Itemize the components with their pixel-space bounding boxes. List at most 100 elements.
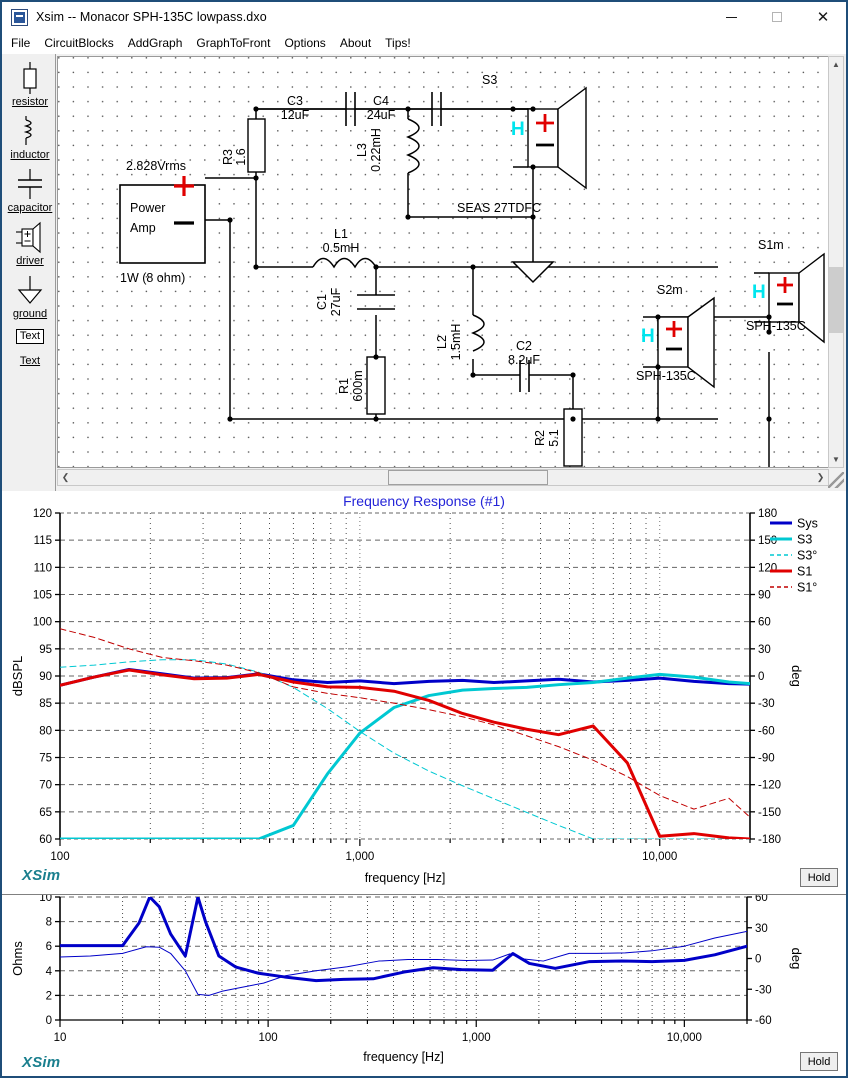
schematic-drawing: H H H 2.828Vrms Power Amp 1W (8 ohm) C3 … — [58, 57, 828, 467]
label-S1m-model: SPH-135C — [746, 319, 806, 333]
hold-button-fr[interactable]: Hold — [800, 868, 838, 887]
tool-inductor[interactable]: inductor — [4, 113, 56, 162]
label-C3-ref: C3 — [287, 94, 303, 108]
menu-circuitblocks[interactable]: CircuitBlocks — [44, 36, 113, 50]
vertical-scroll-thumb[interactable] — [829, 267, 843, 333]
svg-text:110: 110 — [34, 562, 52, 574]
xsim-logo-fr: XSim — [22, 867, 61, 884]
svg-text:105: 105 — [33, 590, 52, 602]
svg-text:60: 60 — [758, 617, 771, 629]
tool-ground[interactable]: ground — [4, 272, 56, 321]
menu-about[interactable]: About — [340, 36, 371, 50]
svg-text:100: 100 — [259, 1032, 278, 1044]
hold-button-imp[interactable]: Hold — [800, 1052, 838, 1071]
svg-text:100: 100 — [50, 851, 69, 863]
menu-tips[interactable]: Tips! — [385, 36, 411, 50]
inductor-icon — [4, 113, 56, 149]
label-S1m-ref: S1m — [758, 238, 784, 252]
schematic-horizontal-scrollbar[interactable]: ❮ ❯ — [57, 469, 829, 486]
minimize-button[interactable] — [708, 2, 754, 32]
svg-text:95: 95 — [39, 644, 52, 656]
svg-text:-30: -30 — [755, 984, 772, 996]
svg-text:frequency [Hz]: frequency [Hz] — [363, 1050, 444, 1064]
label-R1-ref: R1 — [337, 378, 351, 394]
svg-text:S3: S3 — [797, 533, 812, 547]
svg-text:0: 0 — [758, 671, 764, 683]
svg-text:-90: -90 — [758, 753, 775, 765]
svg-text:120: 120 — [758, 562, 777, 574]
svg-text:-60: -60 — [758, 725, 775, 737]
menu-addgraph[interactable]: AddGraph — [128, 36, 183, 50]
text-label-icon: Text — [19, 355, 41, 367]
capacitor-icon — [4, 166, 56, 202]
tool-resistor[interactable]: resistor — [4, 60, 56, 109]
label-C1-ref: C1 — [315, 294, 329, 310]
label-L2-value: 1.5mH — [449, 324, 463, 361]
svg-text:Sys: Sys — [797, 517, 818, 531]
menu-graphtofront[interactable]: GraphToFront — [196, 36, 270, 50]
svg-text:0: 0 — [46, 1015, 52, 1027]
label-S2m-model: SPH-135C — [636, 369, 696, 383]
tool-capacitor-label: capacitor — [7, 202, 53, 214]
label-S3-model: SEAS 27TDFC — [457, 201, 541, 215]
label-L2-ref: L2 — [435, 335, 449, 349]
svg-text:65: 65 — [39, 807, 52, 819]
svg-text:4: 4 — [46, 966, 53, 978]
svg-text:S3°: S3° — [797, 549, 817, 563]
tool-text-box[interactable]: Text — [4, 325, 56, 347]
horizontal-scroll-thumb[interactable] — [388, 470, 548, 485]
window-controls: ✕ — [708, 2, 846, 32]
scroll-left-icon[interactable]: ❮ — [58, 470, 73, 485]
impedance-panel: 0 2 4 6 8 10 -60 -30 0 30 60 10 100 1,000 10,000 freque… — [2, 895, 846, 1076]
svg-text:120: 120 — [33, 508, 52, 520]
schematic-canvas[interactable]: H H H 2.828Vrms Power Amp 1W (8 ohm) C3 … — [57, 56, 829, 468]
window-title: Xsim -- Monacor SPH-135C lowpass.dxo — [36, 10, 267, 24]
svg-text:90: 90 — [758, 590, 771, 602]
driver-icon — [4, 219, 56, 255]
svg-text:-180: -180 — [758, 834, 781, 846]
resistor-icon — [4, 60, 56, 96]
frequency-response-chart[interactable]: 60 65 70 75 80 85 90 95 100 105 110 115 120 -180 -150 -… — [2, 491, 846, 895]
svg-text:60: 60 — [39, 834, 52, 846]
maximize-button[interactable] — [754, 2, 800, 32]
svg-text:-30: -30 — [758, 698, 775, 710]
svg-text:2: 2 — [46, 990, 52, 1002]
schematic-vertical-scrollbar[interactable]: ▲ ▼ — [828, 56, 844, 468]
menu-file[interactable]: File — [11, 36, 30, 50]
text-box-icon: Text — [15, 328, 45, 344]
svg-text:75: 75 — [39, 753, 52, 765]
tool-text-label[interactable]: Text — [4, 355, 56, 368]
label-C2-value: 8.2uF — [508, 353, 540, 367]
power-amp-line2: Amp — [130, 221, 156, 235]
svg-text:dBSPL: dBSPL — [10, 656, 25, 696]
svg-text:S1: S1 — [797, 565, 812, 579]
svg-text:85: 85 — [39, 698, 52, 710]
svg-text:8: 8 — [46, 917, 52, 929]
power-amp-line1: Power — [130, 201, 165, 215]
label-C4-value: 24uF — [367, 108, 396, 122]
svg-text:-120: -120 — [758, 780, 781, 792]
tool-resistor-label: resistor — [11, 96, 49, 108]
label-S3-ref: S3 — [482, 73, 497, 87]
close-button[interactable]: ✕ — [800, 2, 846, 32]
svg-text:6: 6 — [46, 941, 52, 953]
label-L3-ref: L3 — [355, 143, 369, 157]
menu-options[interactable]: Options — [284, 36, 325, 50]
scroll-right-icon[interactable]: ❯ — [813, 470, 828, 485]
menu-bar: File CircuitBlocks AddGraph GraphToFront… — [2, 32, 846, 54]
source-power-label: 1W (8 ohm) — [120, 271, 185, 285]
resize-grip[interactable] — [828, 472, 844, 488]
xsim-main-window: Xsim -- Monacor SPH-135C lowpass.dxo ✕ F… — [0, 0, 848, 1078]
scroll-up-icon[interactable]: ▲ — [829, 57, 843, 72]
label-S2m-ref: S2m — [657, 283, 683, 297]
svg-text:0: 0 — [755, 954, 761, 966]
xsim-logo-imp: XSim — [22, 1054, 61, 1071]
impedance-chart[interactable]: 0 2 4 6 8 10 -60 -30 0 30 60 10 100 1,000 10,000 freque… — [2, 895, 846, 1076]
svg-text:150: 150 — [758, 535, 777, 547]
label-L1-ref: L1 — [334, 227, 348, 241]
tool-driver[interactable]: driver — [4, 219, 56, 268]
tool-capacitor[interactable]: capacitor — [4, 166, 56, 215]
label-R2-value: 5.1 — [547, 429, 561, 446]
scroll-down-icon[interactable]: ▼ — [829, 452, 843, 467]
label-R3-value: 1.6 — [234, 148, 248, 165]
